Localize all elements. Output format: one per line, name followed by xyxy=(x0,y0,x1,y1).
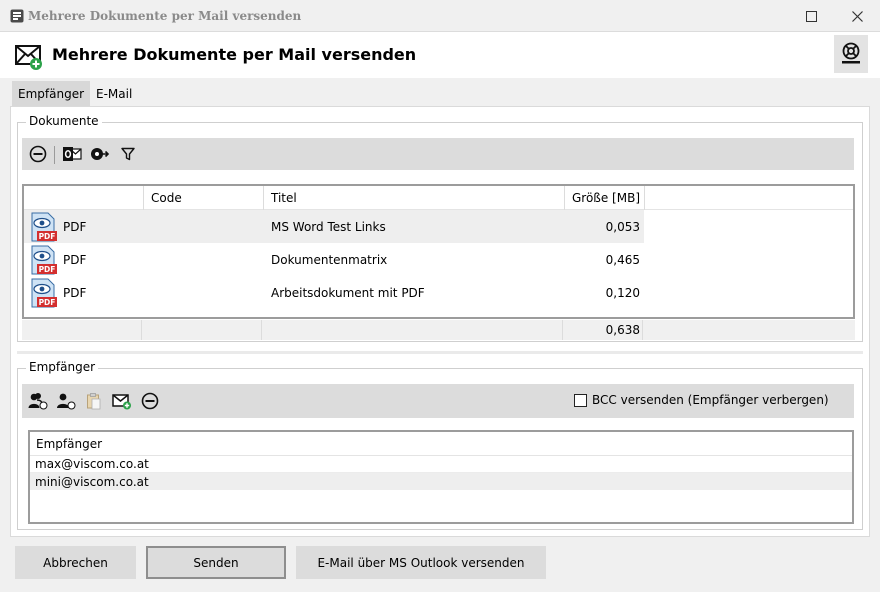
total-size: 0,638 xyxy=(605,323,640,337)
tab-panel: Dokumente Code Titel Größe [MB] PDF PDF … xyxy=(10,106,870,537)
column-header-size[interactable]: Größe [MB] xyxy=(564,186,640,210)
add-mail-button[interactable] xyxy=(108,384,136,418)
filter-icon xyxy=(121,147,135,161)
cancel-button[interactable]: Abbrechen xyxy=(15,546,136,579)
recipients-legend: Empfänger xyxy=(26,360,99,374)
pdf-file-icon: PDF xyxy=(31,212,57,242)
app-icon xyxy=(10,9,24,23)
paste-icon xyxy=(87,393,101,410)
documents-grid-header: Code Titel Größe [MB] xyxy=(24,186,853,210)
maximize-icon xyxy=(805,10,817,22)
pdf-file-icon: PDF xyxy=(31,245,57,275)
documents-group: Dokumente Code Titel Größe [MB] PDF PDF … xyxy=(17,114,863,342)
column-header-code[interactable]: Code xyxy=(151,186,182,210)
window-title: Mehrere Dokumente per Mail versenden xyxy=(28,9,302,23)
document-type: PDF xyxy=(63,252,87,267)
outlook-send-button[interactable]: E-Mail über MS Outlook versenden xyxy=(296,546,546,579)
close-icon xyxy=(851,10,863,22)
pdf-file-icon: PDF xyxy=(31,278,57,308)
send-button[interactable]: Senden xyxy=(146,546,286,579)
tab-empfaenger[interactable]: Empfänger xyxy=(12,81,91,107)
filter-button[interactable] xyxy=(114,138,142,170)
svg-text:PDF: PDF xyxy=(39,232,56,241)
recipients-group: Empfänger BCC versenden (Empfänger verbe… xyxy=(17,360,863,530)
remove-document-button[interactable] xyxy=(24,138,52,170)
add-contacts-icon xyxy=(28,393,48,410)
export-icon xyxy=(91,148,110,160)
list-item[interactable]: mini@viscom.co.at xyxy=(30,473,852,490)
svg-text:PDF: PDF xyxy=(39,265,56,274)
add-contacts-button[interactable] xyxy=(24,384,52,418)
document-type: PDF xyxy=(63,219,87,234)
splitter[interactable] xyxy=(17,351,863,354)
column-divider xyxy=(642,320,643,340)
remove-icon xyxy=(141,392,159,410)
add-user-icon xyxy=(57,393,76,410)
table-row[interactable]: PDF PDF Arbeitsdokument mit PDF 0,120 xyxy=(24,276,644,309)
documents-grid[interactable]: Code Titel Größe [MB] PDF PDF MS Word Te… xyxy=(22,184,855,319)
maximize-button[interactable] xyxy=(788,0,834,32)
column-divider xyxy=(143,186,144,210)
column-divider xyxy=(263,186,264,210)
document-size: 0,120 xyxy=(605,285,640,300)
recipients-grid[interactable]: Empfänger max@viscom.co.at mini@viscom.c… xyxy=(28,430,854,524)
remove-icon xyxy=(29,145,47,163)
document-title: Arbeitsdokument mit PDF xyxy=(271,285,425,300)
page-title: Mehrere Dokumente per Mail versenden xyxy=(52,45,417,64)
column-header-title[interactable]: Titel xyxy=(271,186,297,210)
help-button[interactable] xyxy=(834,35,868,73)
list-item[interactable]: max@viscom.co.at xyxy=(30,456,852,473)
documents-toolbar xyxy=(22,138,854,170)
bcc-option[interactable]: BCC versenden (Empfänger verbergen) xyxy=(574,391,829,409)
add-user-button[interactable] xyxy=(52,384,80,418)
document-title: MS Word Test Links xyxy=(271,219,386,234)
column-divider xyxy=(261,320,262,340)
document-title: Dokumentenmatrix xyxy=(271,252,388,267)
paste-button[interactable] xyxy=(80,384,108,418)
close-button[interactable] xyxy=(834,0,880,32)
tab-strip: Empfänger E-Mail xyxy=(12,81,138,107)
table-row[interactable]: PDF PDF MS Word Test Links 0,053 xyxy=(24,210,644,243)
table-row[interactable]: PDF PDF Dokumentenmatrix 0,465 xyxy=(24,243,644,276)
document-type: PDF xyxy=(63,285,87,300)
add-mail-icon xyxy=(112,394,131,410)
export-button[interactable] xyxy=(86,138,114,170)
tab-email[interactable]: E-Mail xyxy=(90,81,138,107)
document-size: 0,053 xyxy=(605,219,640,234)
document-size: 0,465 xyxy=(605,252,640,267)
dialog-header: Mehrere Dokumente per Mail versenden xyxy=(0,32,880,78)
outlook-icon xyxy=(63,147,82,161)
remove-recipient-button[interactable] xyxy=(136,384,164,418)
outlook-button[interactable] xyxy=(58,138,86,170)
documents-summary-row: 0,638 xyxy=(22,320,855,340)
mail-add-icon xyxy=(15,45,42,70)
support-icon xyxy=(842,42,860,64)
documents-legend: Dokumente xyxy=(26,114,102,128)
svg-text:PDF: PDF xyxy=(39,298,56,307)
recipients-column-header[interactable]: Empfänger xyxy=(30,432,852,456)
column-divider xyxy=(644,186,645,210)
bcc-label: BCC versenden (Empfänger verbergen) xyxy=(592,393,829,407)
title-bar: Mehrere Dokumente per Mail versenden xyxy=(0,0,880,32)
recipients-toolbar: BCC versenden (Empfänger verbergen) xyxy=(22,384,854,418)
toolbar-separator xyxy=(54,146,55,164)
bcc-checkbox[interactable] xyxy=(574,393,587,407)
column-divider xyxy=(141,320,142,340)
